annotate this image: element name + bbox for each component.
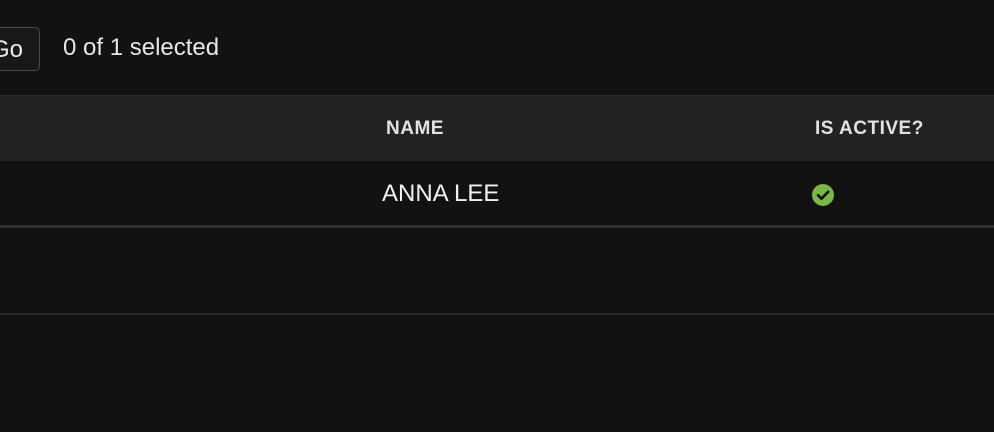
name-cell: ANNA LEE (382, 180, 500, 207)
results-table-header: NAME IS ACTIVE? (0, 95, 994, 161)
column-header-is-active[interactable]: IS ACTIVE? (815, 118, 924, 140)
table-footer-divider (0, 313, 994, 315)
selection-counter: 0 of 1 selected (63, 34, 220, 61)
check-circle-icon (812, 184, 834, 206)
actions-bar: Go 0 of 1 selected (0, 0, 994, 95)
table-row: ANNA LEE (0, 161, 994, 228)
admin-changelist-page: Go 0 of 1 selected NAME IS ACTIVE? ANNA … (0, 0, 994, 432)
go-button[interactable]: Go (0, 27, 40, 71)
column-header-name[interactable]: NAME (386, 118, 444, 140)
